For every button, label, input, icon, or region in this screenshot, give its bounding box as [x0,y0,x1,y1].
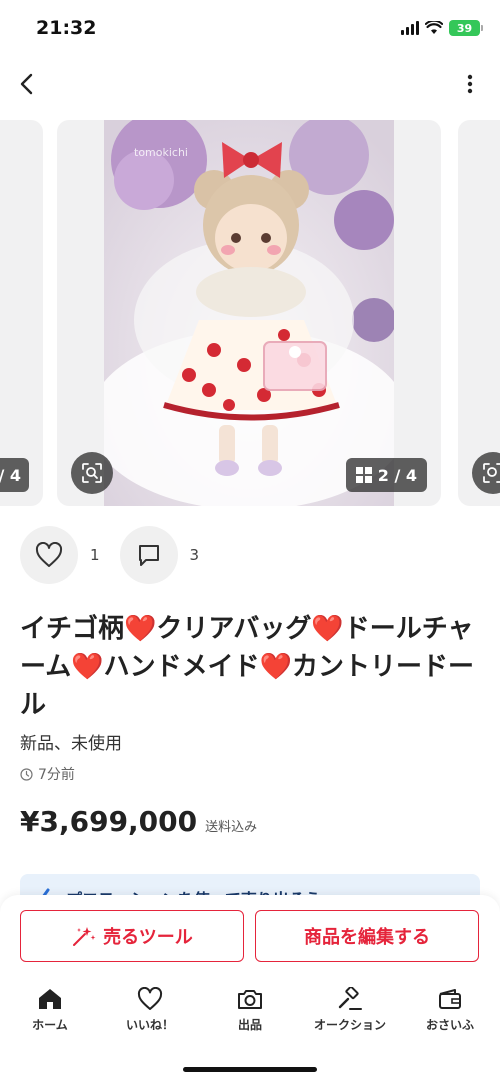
edit-item-button[interactable]: 商品を編集する [255,910,479,962]
status-time: 21:32 [36,17,97,39]
home-icon [39,989,61,1009]
tab-wallet[interactable]: おさいふ [400,987,500,1037]
comment-count: 3 [189,546,200,564]
wifi-icon [425,21,443,34]
comment-icon [138,545,159,566]
sell-tool-button[interactable]: 売るツール [20,910,244,962]
signal-icon [401,21,419,35]
header [0,62,500,106]
zoom-button[interactable] [71,452,113,494]
image-carousel[interactable]: / 4 tomokichi 2 / 4 [0,120,500,506]
price: ¥3,699,000 送料込み [20,805,257,838]
previous-image-counter: / 4 [0,458,29,492]
tab-home[interactable]: ホーム [0,987,100,1037]
camera-icon [238,990,262,1009]
carousel-card-next[interactable] [458,120,500,506]
engagement-bar: 1 3 [20,526,219,584]
grid-icon [355,467,372,483]
tab-bar: ホーム いいね！ 出品 オークション おさいふ [0,987,500,1037]
tab-listing[interactable]: 出品 [200,987,300,1037]
heart-outline-icon [35,542,63,567]
chevron-left-icon [20,73,33,95]
tab-likes[interactable]: いいね！ [100,987,200,1037]
zoom-search-icon [82,463,102,483]
item-condition: 新品、未使用 [20,734,122,754]
status-icons: 39 [401,20,483,36]
carousel-card-previous[interactable]: / 4 [0,120,43,506]
tab-auction[interactable]: オークション [300,987,400,1037]
gavel-icon [338,987,362,1010]
next-zoom-button[interactable] [472,452,500,494]
like-count: 1 [90,546,100,564]
photo-watermark: tomokichi [134,146,188,159]
price-value: ¥3,699,000 [20,805,198,838]
comment-button[interactable] [119,526,178,584]
battery-icon: 39 [449,20,483,36]
carousel-card-current[interactable]: tomokichi 2 / 4 [57,120,441,506]
like-button[interactable] [20,526,78,584]
bottom-action-panel: 売るツール 商品を編集する ホーム いいね！ 出品 オークション おさいふ [0,895,500,1080]
image-counter-text: 2 / 4 [377,465,417,485]
product-photo[interactable]: tomokichi [104,120,394,506]
status-bar: 21:32 39 [0,0,500,58]
clock-icon [20,767,33,781]
zoom-search-icon [483,463,500,483]
posted-time: 7分前 [20,764,75,784]
more-vertical-icon [467,74,473,94]
doll-photo-illustration: tomokichi [104,120,394,506]
item-title: イチゴ柄❤️クリアバッグ❤️ドールチャーム❤️ハンドメイド❤️カントリードール [20,614,475,720]
more-options-button[interactable] [458,68,482,100]
home-indicator [183,1067,317,1072]
shipping-label: 送料込み [205,820,258,835]
heart-icon [137,987,163,1010]
image-counter: 2 / 4 [345,458,427,492]
wallet-icon [439,989,461,1009]
back-button[interactable] [10,68,42,100]
sparkle-wand-icon [73,927,96,946]
